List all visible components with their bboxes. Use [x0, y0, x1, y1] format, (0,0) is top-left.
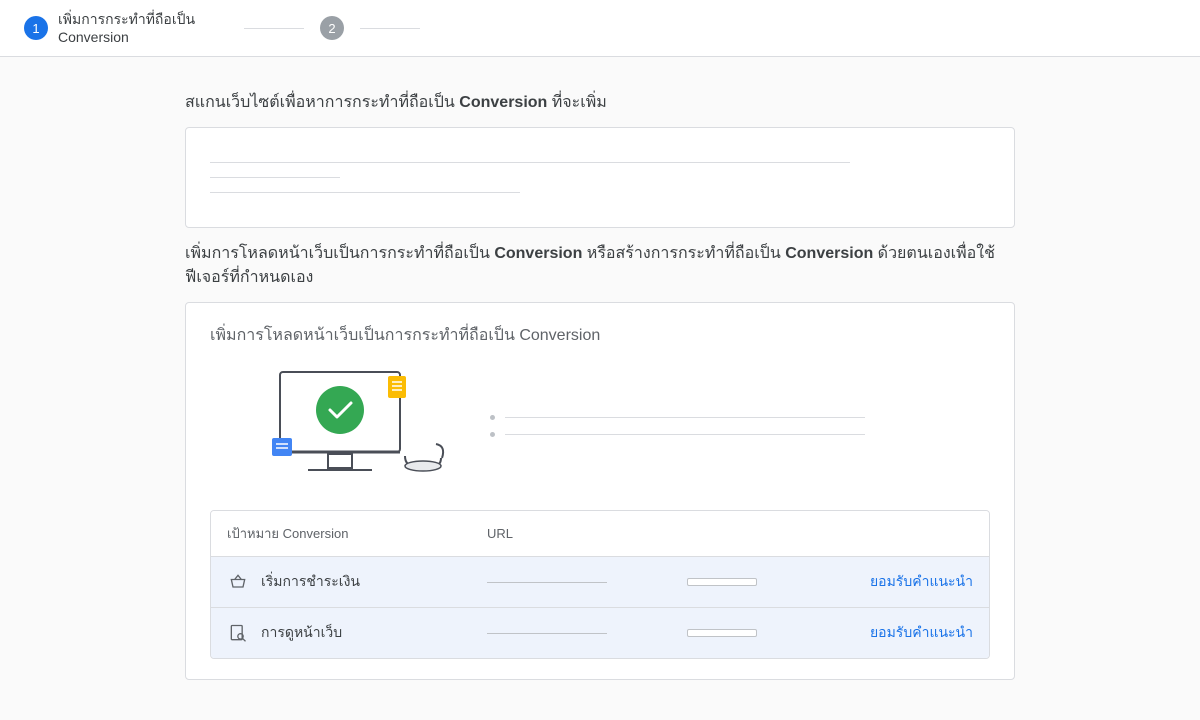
- card-title: เพิ่มการโหลดหน้าเว็บเป็นการกระทำที่ถือเป…: [210, 323, 990, 348]
- skeleton-line: [210, 162, 850, 163]
- step-connector-2: [360, 28, 420, 29]
- step-1-circle: 1: [24, 16, 48, 40]
- bullets: [490, 403, 990, 449]
- text: สแกนเว็บไซต์เพื่อหาการกระทำที่ถือเป็น: [185, 94, 459, 111]
- text: ที่จะเพิ่ม: [547, 94, 607, 111]
- goal-label: เริ่มการชำระเงิน: [261, 571, 360, 593]
- table-header: เป้าหมาย Conversion URL: [211, 511, 989, 557]
- basket-icon: [227, 571, 249, 593]
- accept-suggestion-link[interactable]: ยอมรับคำแนะนำ: [870, 622, 973, 644]
- bullet-row: [490, 415, 990, 420]
- col-header-goal: เป้าหมาย Conversion: [227, 523, 487, 544]
- step-connector: [244, 28, 304, 29]
- col-header-url: URL: [487, 523, 687, 544]
- skeleton-line: [487, 633, 607, 634]
- skeleton-line: [505, 417, 865, 418]
- step-2: 2: [320, 16, 344, 40]
- scan-card: [185, 127, 1015, 228]
- bullet-row: [490, 432, 990, 437]
- accept-suggestion-link[interactable]: ยอมรับคำแนะนำ: [870, 571, 973, 593]
- skeleton-line: [505, 434, 865, 435]
- skeleton-line: [210, 177, 340, 178]
- text-bold: Conversion: [494, 245, 582, 262]
- scan-heading: สแกนเว็บไซต์เพื่อหาการกระทำที่ถือเป็น Co…: [185, 91, 1015, 115]
- goal-label: การดูหน้าเว็บ: [261, 622, 342, 644]
- text: เพิ่มการโหลดหน้าเว็บเป็นการกระทำที่ถือเป…: [185, 245, 494, 262]
- pageload-card: เพิ่มการโหลดหน้าเว็บเป็นการกระทำที่ถือเป…: [185, 302, 1015, 680]
- skeleton-box: [687, 629, 757, 637]
- step-1-label: เพิ่มการกระทำที่ถือเป็น Conversion: [58, 10, 228, 46]
- table-row: เริ่มการชำระเงิน ยอมรับคำแนะนำ: [211, 557, 989, 608]
- step-1[interactable]: 1 เพิ่มการกระทำที่ถือเป็น Conversion: [24, 10, 228, 46]
- illustration-row: [250, 366, 990, 486]
- text-bold: Conversion: [785, 245, 873, 262]
- table-row: การดูหน้าเว็บ ยอมรับคำแนะนำ: [211, 608, 989, 658]
- monitor-check-illustration: [250, 366, 450, 486]
- page-search-icon: [227, 622, 249, 644]
- skeleton-line: [210, 192, 520, 193]
- add-pageload-heading: เพิ่มการโหลดหน้าเว็บเป็นการกระทำที่ถือเป…: [185, 242, 1015, 290]
- text: หรือสร้างการกระทำที่ถือเป็น: [582, 245, 785, 262]
- skeleton-box: [687, 578, 757, 586]
- bullet-dot-icon: [490, 415, 495, 420]
- text-bold: Conversion: [459, 94, 547, 111]
- bullet-dot-icon: [490, 432, 495, 437]
- skeleton-line: [487, 582, 607, 583]
- step-2-circle: 2: [320, 16, 344, 40]
- page-body: สแกนเว็บไซต์เพื่อหาการกระทำที่ถือเป็น Co…: [0, 57, 1200, 720]
- stepper: 1 เพิ่มการกระทำที่ถือเป็น Conversion 2: [0, 0, 1200, 57]
- conversion-table: เป้าหมาย Conversion URL เริ่มการชำระเงิน…: [210, 510, 990, 659]
